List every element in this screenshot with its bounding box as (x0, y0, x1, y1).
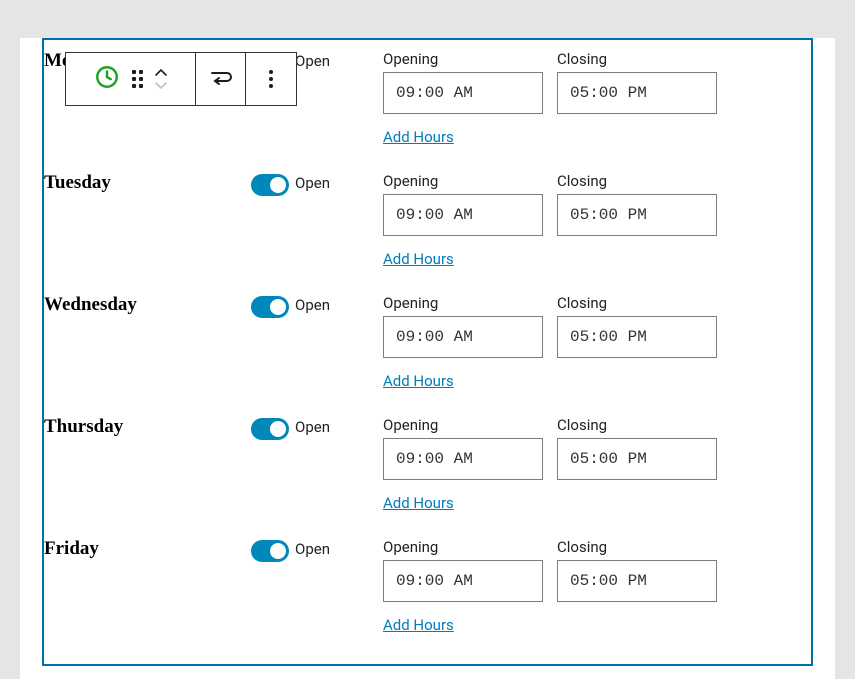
opening-input[interactable] (383, 560, 543, 602)
closing-field: Closing (557, 416, 717, 480)
opening-field: Opening (383, 50, 543, 114)
block-toolbar (65, 52, 297, 106)
toolbar-block-controls (66, 53, 196, 105)
closing-label: Closing (557, 416, 717, 434)
time-fields: Opening Closing (383, 538, 717, 602)
chevron-down-icon[interactable] (155, 81, 167, 89)
day-row: Tuesday Open Opening Closing Add Hours (44, 166, 811, 288)
day-row: Friday Open Opening Closing Add Hours (44, 532, 811, 654)
closing-field: Closing (557, 294, 717, 358)
add-hours-link[interactable]: Add Hours (383, 128, 717, 146)
open-toggle-label: Open (295, 52, 330, 70)
closing-label: Closing (557, 538, 717, 556)
open-toggle-label: Open (295, 418, 330, 436)
opening-label: Opening (383, 50, 543, 68)
day-name: Thursday (44, 416, 251, 512)
open-toggle[interactable] (251, 174, 289, 196)
times-column: Opening Closing Add Hours (383, 538, 717, 634)
time-fields: Opening Closing (383, 416, 717, 480)
opening-input[interactable] (383, 194, 543, 236)
business-hours-block[interactable]: Monday Open Opening Closing Add Hours (42, 38, 813, 666)
opening-input[interactable] (383, 438, 543, 480)
open-toggle-group: Open (251, 294, 383, 390)
closing-label: Closing (557, 172, 717, 190)
closing-input[interactable] (557, 316, 717, 358)
opening-label: Opening (383, 416, 543, 434)
toolbar-transform[interactable] (196, 53, 246, 105)
open-toggle-label: Open (295, 174, 330, 192)
open-toggle[interactable] (251, 540, 289, 562)
closing-input[interactable] (557, 194, 717, 236)
closing-field: Closing (557, 50, 717, 114)
day-row: Wednesday Open Opening Closing Add Hours (44, 288, 811, 410)
time-fields: Opening Closing (383, 294, 717, 358)
open-toggle[interactable] (251, 296, 289, 318)
day-name: Friday (44, 538, 251, 634)
open-toggle-group: Open (251, 416, 383, 512)
add-hours-link[interactable]: Add Hours (383, 494, 717, 512)
add-hours-link[interactable]: Add Hours (383, 372, 717, 390)
toolbar-more-options[interactable] (246, 53, 296, 105)
open-toggle-label: Open (295, 540, 330, 558)
open-toggle-group: Open (251, 172, 383, 268)
times-column: Opening Closing Add Hours (383, 294, 717, 390)
opening-input[interactable] (383, 316, 543, 358)
times-column: Opening Closing Add Hours (383, 416, 717, 512)
opening-field: Opening (383, 416, 543, 480)
day-row: Thursday Open Opening Closing Add Hours (44, 410, 811, 532)
closing-input[interactable] (557, 560, 717, 602)
opening-label: Opening (383, 172, 543, 190)
opening-input[interactable] (383, 72, 543, 114)
opening-field: Opening (383, 172, 543, 236)
transform-icon (209, 67, 233, 91)
day-name: Wednesday (44, 294, 251, 390)
times-column: Opening Closing Add Hours (383, 172, 717, 268)
time-fields: Opening Closing (383, 50, 717, 114)
times-column: Opening Closing Add Hours (383, 50, 717, 146)
open-toggle[interactable] (251, 418, 289, 440)
open-toggle-label: Open (295, 296, 330, 314)
opening-field: Opening (383, 294, 543, 358)
more-vertical-icon (269, 70, 273, 88)
add-hours-link[interactable]: Add Hours (383, 250, 717, 268)
add-hours-link[interactable]: Add Hours (383, 616, 717, 634)
time-fields: Opening Closing (383, 172, 717, 236)
open-toggle-group: Open (251, 538, 383, 634)
closing-field: Closing (557, 538, 717, 602)
closing-label: Closing (557, 50, 717, 68)
closing-label: Closing (557, 294, 717, 312)
closing-field: Closing (557, 172, 717, 236)
opening-field: Opening (383, 538, 543, 602)
closing-input[interactable] (557, 438, 717, 480)
opening-label: Opening (383, 294, 543, 312)
clock-icon[interactable] (94, 64, 120, 94)
closing-input[interactable] (557, 72, 717, 114)
chevron-up-icon[interactable] (155, 69, 167, 77)
day-name: Tuesday (44, 172, 251, 268)
opening-label: Opening (383, 538, 543, 556)
drag-handle-icon[interactable] (132, 70, 143, 88)
move-up-down[interactable] (155, 69, 167, 89)
editor-page: Monday Open Opening Closing Add Hours (20, 38, 835, 679)
